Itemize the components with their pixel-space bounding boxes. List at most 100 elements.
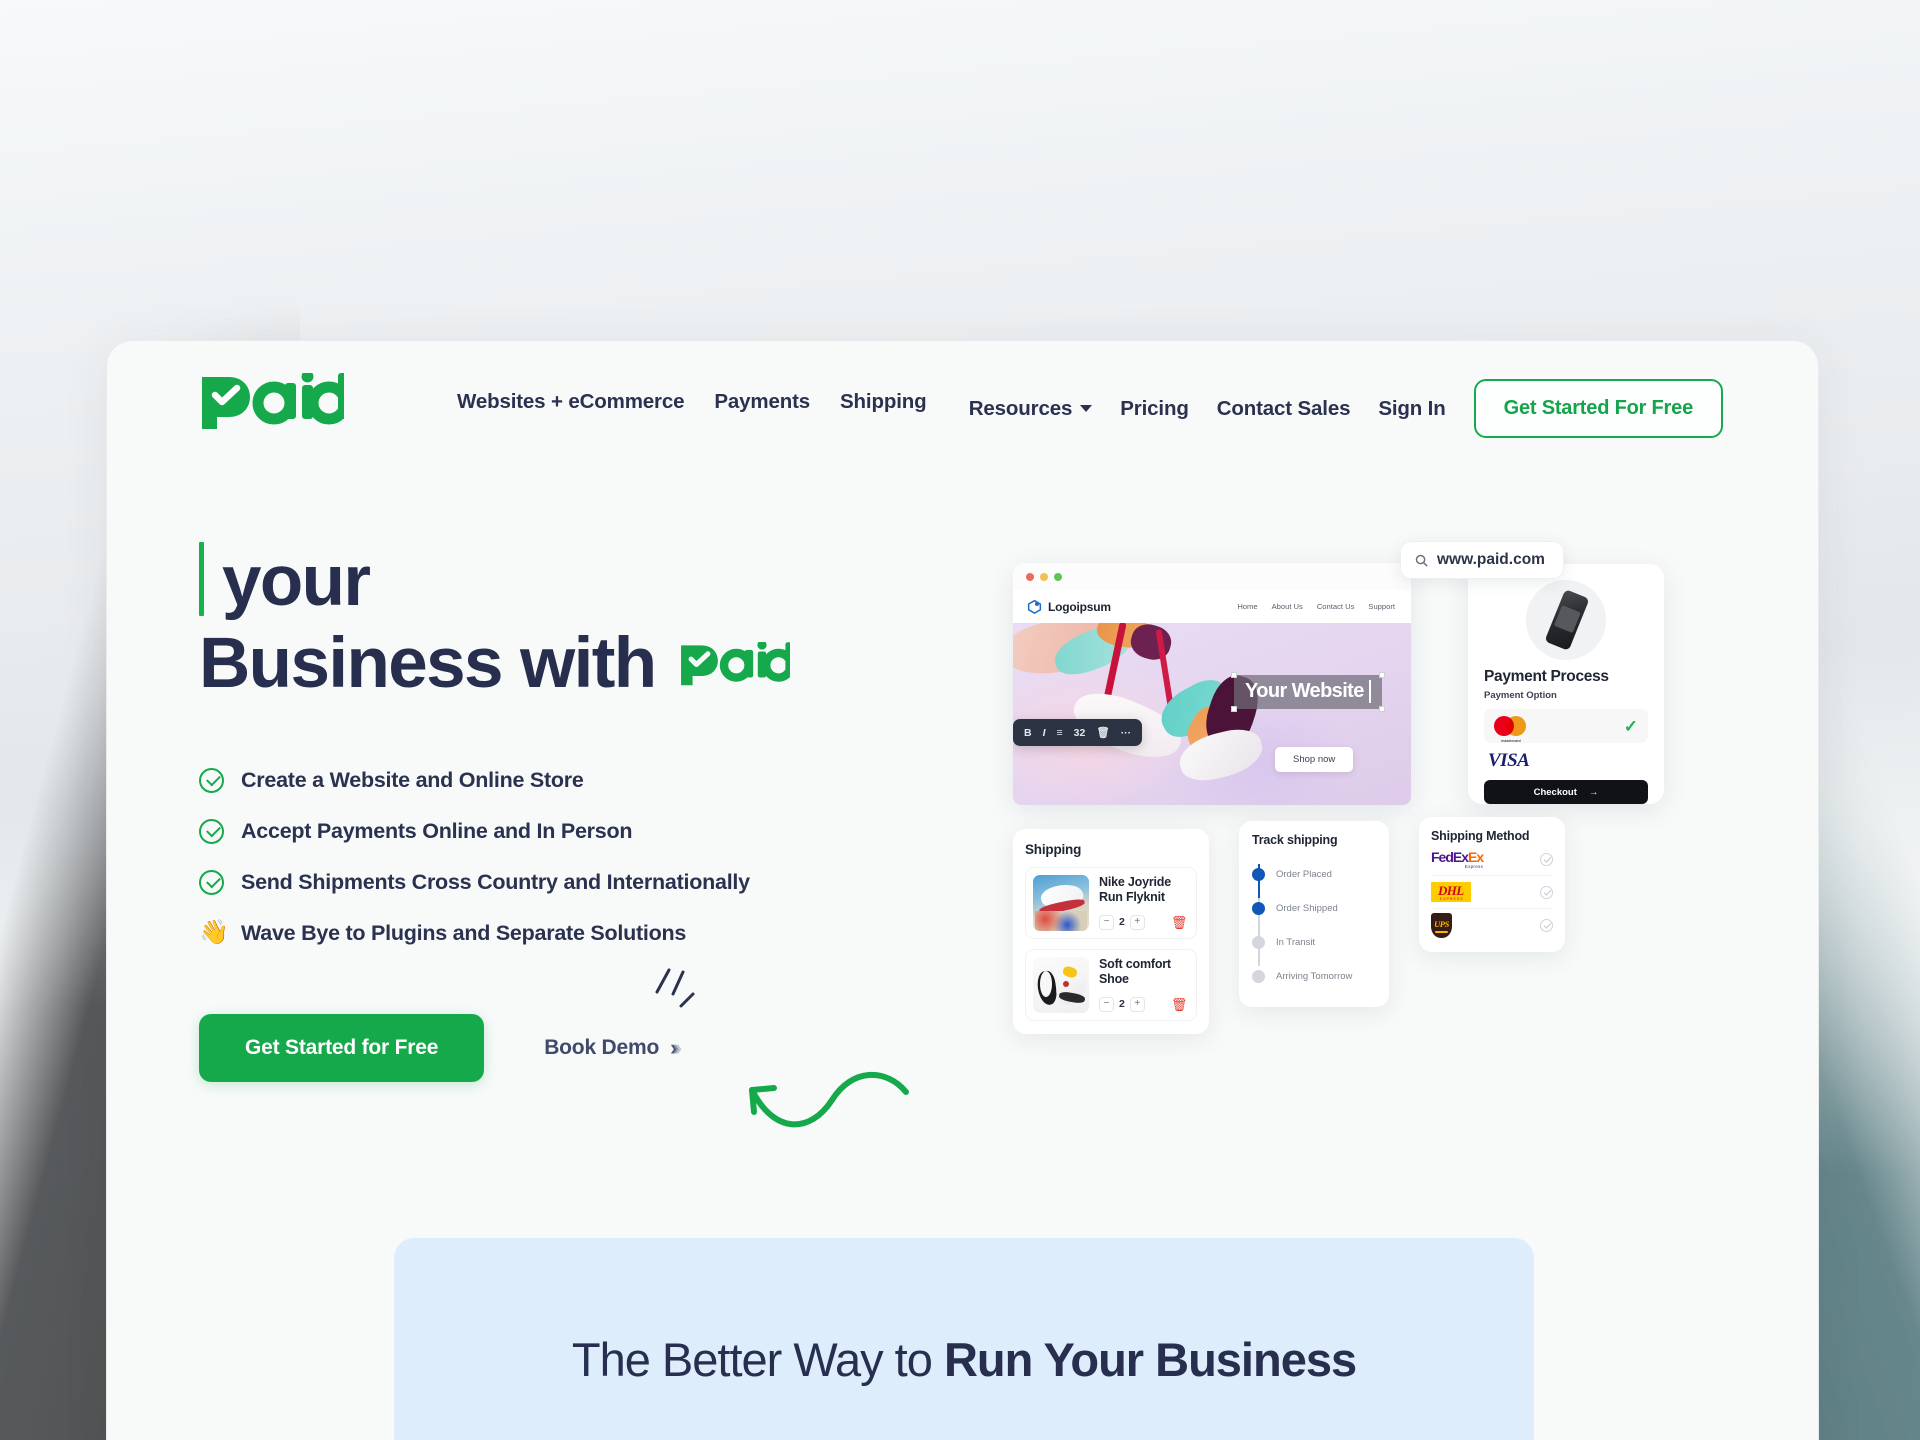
traffic-light-minimize-icon[interactable] [1040, 572, 1048, 581]
book-demo-label: Book Demo [544, 1035, 660, 1059]
list-item-label: Create a Website and Online Store [241, 767, 584, 792]
preview-nav-home[interactable]: Home [1237, 602, 1257, 611]
editable-hero-text-value: Your Website [1245, 680, 1364, 702]
list-item-label: Wave Bye to Plugins and Separate Solutio… [241, 920, 687, 945]
dhl-icon: DHL EXPRESS [1431, 882, 1471, 902]
quantity-decrease-button[interactable]: − [1099, 996, 1114, 1012]
list-item: In Transit [1252, 925, 1376, 959]
nav-item-shipping[interactable]: Shipping [840, 390, 927, 414]
quantity-increase-button[interactable]: + [1129, 996, 1145, 1012]
card-reader-device-icon [1544, 589, 1590, 651]
paid-logo[interactable] [198, 370, 351, 436]
get-started-free-hero-button[interactable]: Get Started for Free [199, 1013, 485, 1082]
visa-label: VISA [1488, 750, 1530, 771]
card-reader-screen [1553, 605, 1581, 634]
list-item: Create a Website and Online Store [199, 767, 939, 793]
track-steps: Order Placed Order Shipped In Transit Ar… [1252, 857, 1376, 993]
logoipsum-brand: Logoipsum [1027, 599, 1111, 614]
resize-handle-se[interactable] [1378, 706, 1385, 712]
italic-icon[interactable]: I [1043, 727, 1046, 739]
product-name: Nike Joyride Run Flyknit [1099, 875, 1171, 905]
arrow-right-icon: → [1588, 786, 1599, 798]
payment-option-mastercard[interactable]: mastercard ✓ [1484, 709, 1648, 743]
hero-headline: your Business with [199, 541, 939, 706]
nav-item-resources[interactable]: Resources [969, 397, 1093, 421]
resize-handle-nw[interactable] [1231, 672, 1237, 678]
track-step-label: In Transit [1276, 936, 1316, 948]
preview-nav-about[interactable]: About Us [1272, 602, 1303, 611]
nav-item-contact-sales[interactable]: Contact Sales [1217, 397, 1351, 421]
check-circle-icon [199, 767, 224, 793]
payment-card-subtitle: Payment Option [1484, 690, 1557, 701]
book-demo-button[interactable]: Book Demo › › › [544, 1036, 682, 1060]
product-showcase: www.paid.com Logoipsum Home About Us Con… [987, 541, 1777, 1101]
preview-nav-contact[interactable]: Contact Us [1317, 602, 1355, 611]
website-builder-preview: Logoipsum Home About Us Contact Us Suppo… [1013, 563, 1411, 805]
list-item: Soft comfort Shoe − 2 + 🗑 [1025, 949, 1197, 1021]
nav-item-sign-in[interactable]: Sign In [1378, 397, 1445, 421]
product-name: Soft comfort Shoe [1099, 957, 1171, 987]
shipping-method-fedex[interactable]: FedExEx Express [1431, 843, 1553, 876]
hero-feature-list: Create a Website and Online Store Accept… [199, 767, 939, 946]
delete-item-icon[interactable]: 🗑 [1171, 998, 1188, 1011]
preview-nav-links: Home About Us Contact Us Support [1237, 602, 1395, 611]
resize-handle-ne[interactable] [1378, 672, 1385, 678]
checkout-button[interactable]: Checkout → [1484, 780, 1648, 804]
shipping-method-dhl[interactable]: DHL EXPRESS [1431, 876, 1553, 909]
nav-item-pricing[interactable]: Pricing [1120, 397, 1189, 421]
list-item: Arriving Tomorrow [1252, 959, 1376, 993]
hero-content: your Business with Create a Website and … [199, 541, 939, 1127]
ups-label: UPS [1434, 919, 1449, 929]
fedex-icon: FedExEx Express [1431, 848, 1484, 869]
paid-wordmark-icon [680, 640, 795, 686]
get-started-free-header-button[interactable]: Get Started For Free [1473, 379, 1723, 438]
preview-nav-support[interactable]: Support [1368, 602, 1395, 611]
list-item: Order Placed [1252, 857, 1376, 891]
traffic-light-close-icon[interactable] [1026, 572, 1034, 581]
url-bar-value: www.paid.com [1437, 551, 1545, 568]
nav-item-websites-ecommerce[interactable]: Websites + eCommerce [457, 390, 685, 414]
fedex-label: FedEx [1431, 848, 1469, 865]
hero-headline-line-1: your [199, 541, 939, 623]
quantity-increase-button[interactable]: + [1129, 914, 1145, 930]
preview-site: Logoipsum Home About Us Contact Us Suppo… [1013, 590, 1411, 805]
sparkle-lines-icon [655, 968, 695, 1008]
select-method-radio[interactable] [1540, 852, 1553, 866]
shipping-cart-card: Shipping Nike Joyride Run Flyknit − 2 + [1013, 829, 1209, 1034]
editable-hero-text[interactable]: Your Website [1231, 672, 1385, 712]
select-method-radio[interactable] [1540, 885, 1553, 899]
check-circle-icon [199, 818, 224, 844]
track-step-dot-inactive [1252, 969, 1265, 983]
nav-item-resources-label[interactable]: Resources [969, 397, 1073, 421]
delete-item-icon[interactable]: 🗑 [1171, 916, 1188, 929]
resize-handle-sw[interactable] [1231, 706, 1237, 712]
track-step-dot-active [1252, 867, 1265, 881]
preview-shop-now-button[interactable]: Shop now [1275, 747, 1354, 772]
track-step-label: Order Placed [1276, 868, 1332, 880]
traffic-light-maximize-icon[interactable] [1054, 572, 1062, 581]
quantity-decrease-button[interactable]: − [1099, 914, 1114, 930]
trash-icon[interactable]: 🗑 [1096, 726, 1109, 739]
select-method-radio[interactable] [1540, 919, 1553, 932]
track-step-label: Order Shipped [1276, 902, 1338, 914]
secondary-nav: Resources Pricing Contact Sales Sign In … [969, 379, 1723, 438]
section-heading: The Better Way to Run Your Business [394, 1332, 1534, 1387]
font-size-value[interactable]: 32 [1074, 727, 1086, 739]
list-item: Send Shipments Cross Country and Interna… [199, 869, 939, 895]
bold-icon[interactable]: B [1024, 727, 1032, 739]
product-thumbnail [1033, 957, 1089, 1013]
more-options-icon[interactable]: ··· [1121, 727, 1132, 739]
align-icon[interactable]: ≡ [1057, 727, 1063, 739]
shipping-method-ups[interactable]: UPS [1431, 909, 1553, 942]
primary-nav: Websites + eCommerce Payments Shipping [457, 390, 927, 414]
track-step-label: Arriving Tomorrow [1276, 970, 1353, 982]
payment-option-visa[interactable]: VISA [1484, 750, 1648, 772]
selected-check-icon: ✓ [1623, 716, 1638, 736]
quantity-value: 2 [1119, 916, 1125, 928]
text-caret-icon [1368, 680, 1371, 703]
quantity-stepper: − 2 + [1099, 996, 1145, 1012]
method-card-title: Shipping Method [1431, 829, 1530, 843]
logoipsum-label: Logoipsum [1048, 599, 1111, 614]
browser-url-bar[interactable]: www.paid.com [1400, 541, 1564, 579]
nav-item-payments[interactable]: Payments [714, 390, 810, 414]
